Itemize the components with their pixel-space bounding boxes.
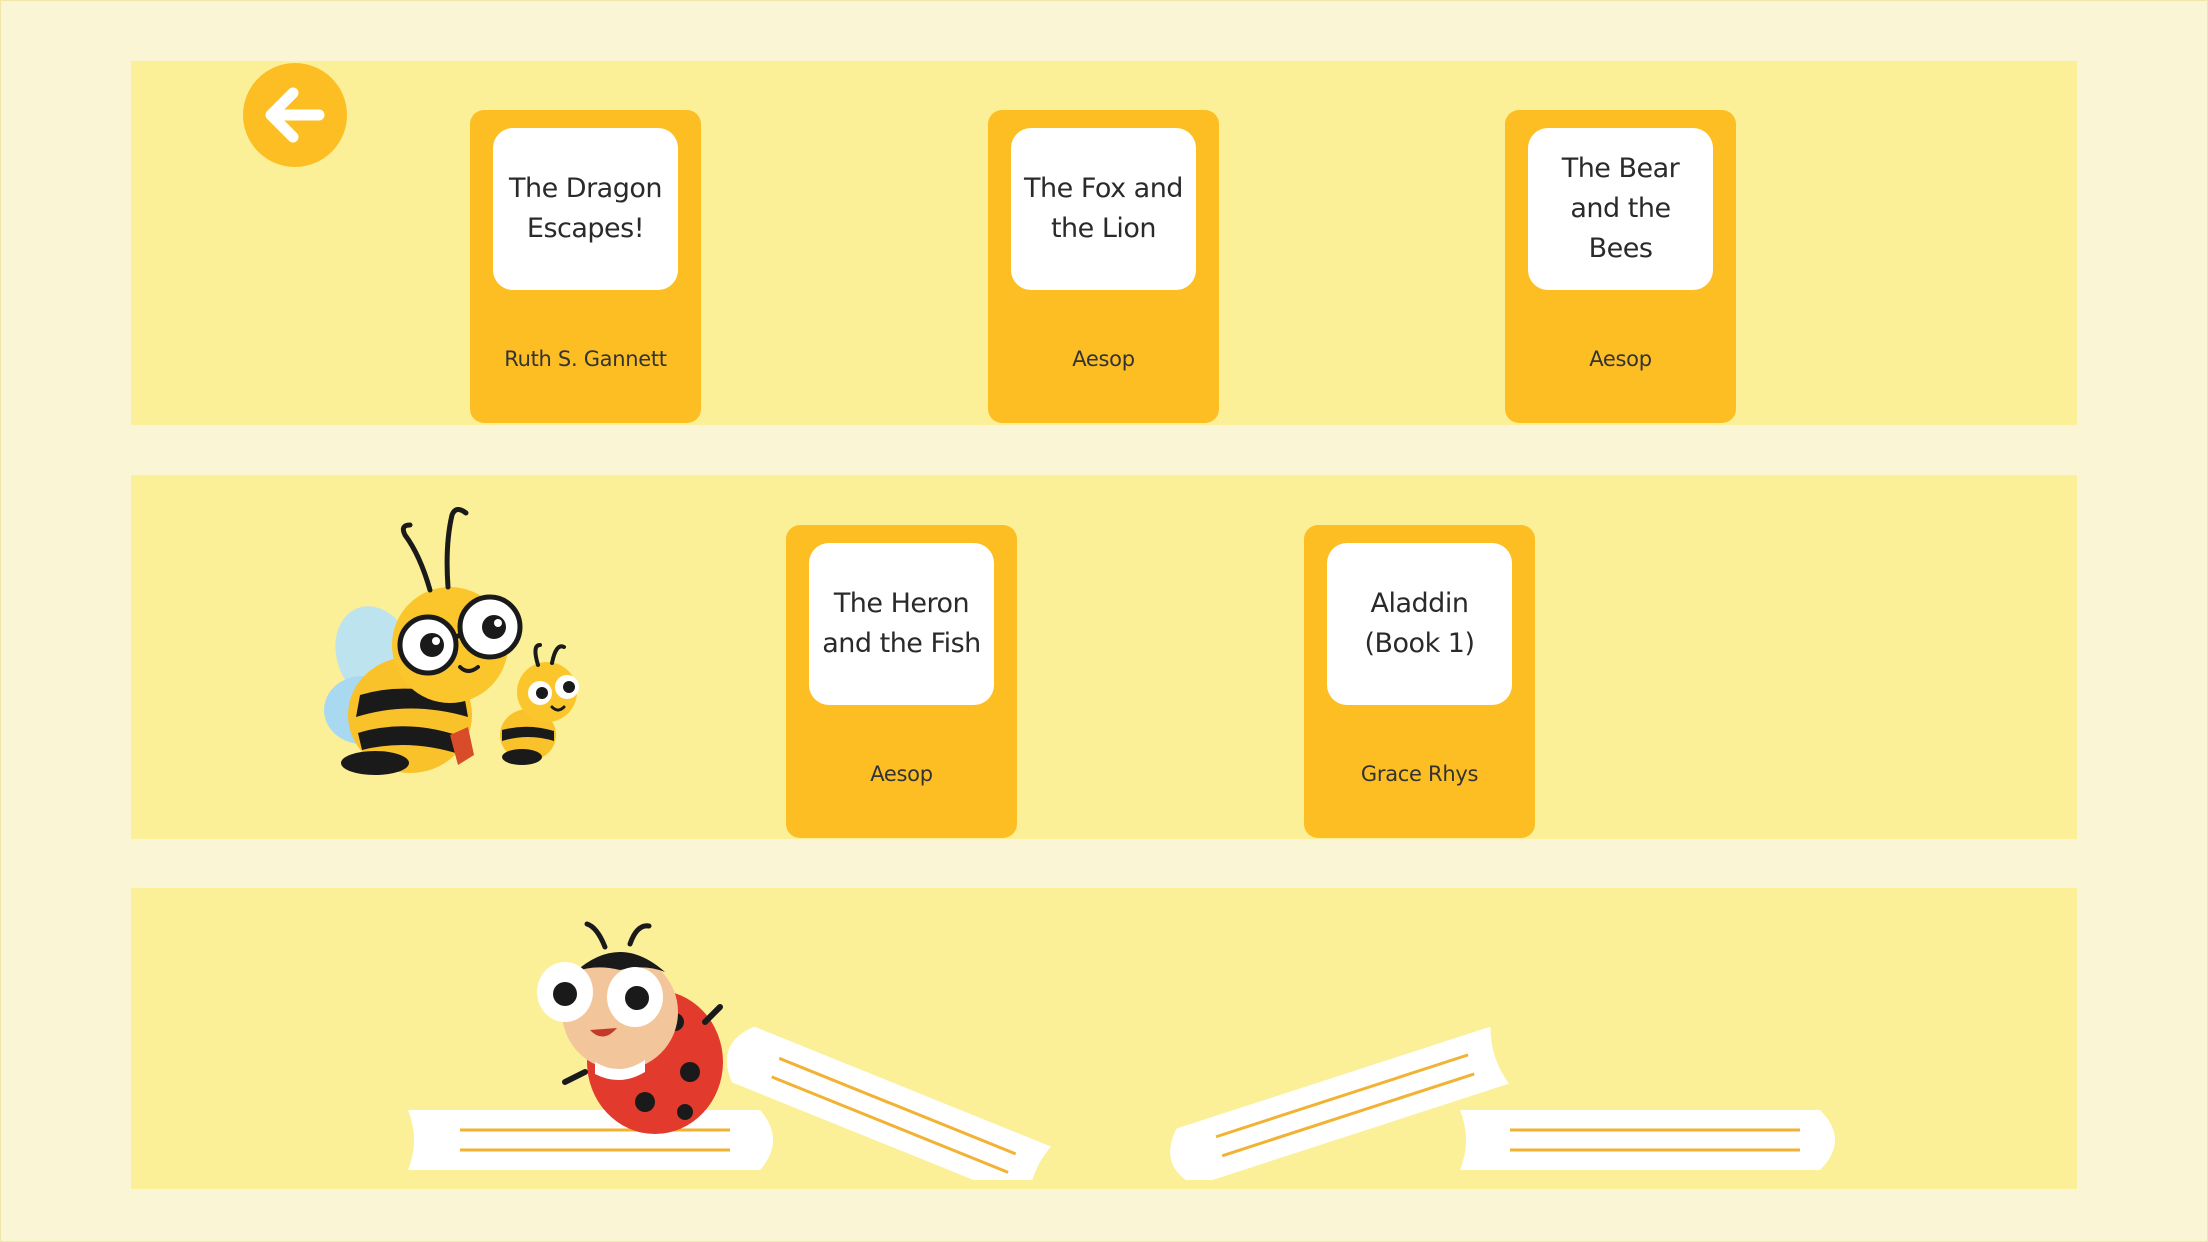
- book-cover: The Fox and the Lion: [1011, 128, 1196, 290]
- book-title: The Fox and the Lion: [1024, 173, 1183, 244]
- book-author: Aesop: [1072, 347, 1135, 371]
- back-button[interactable]: [243, 63, 347, 167]
- book-cover: Aladdin (Book 1): [1327, 543, 1512, 705]
- book-title: The Bear and the Bees: [1561, 153, 1680, 264]
- book-author: Grace Rhys: [1360, 762, 1479, 786]
- book-card[interactable]: The Fox and the Lion Aesop: [988, 110, 1219, 423]
- book-author: Ruth S. Gannett: [504, 347, 667, 371]
- book-cover: The Heron and the Fish: [809, 543, 994, 705]
- book-cover: The Dragon Escapes!: [493, 128, 678, 290]
- book-card[interactable]: The Dragon Escapes! Ruth S. Gannett: [470, 110, 701, 423]
- book-title: Aladdin (Book 1): [1364, 588, 1475, 659]
- book-author: Aesop: [870, 762, 933, 786]
- arrow-left-icon: [265, 87, 325, 143]
- book-card[interactable]: The Heron and the Fish Aesop: [786, 525, 1017, 838]
- book-card[interactable]: The Bear and the Bees Aesop: [1505, 110, 1736, 423]
- bee-characters-illustration: [324, 507, 579, 775]
- book-author: Aesop: [1589, 347, 1652, 371]
- book-title: The Dragon Escapes!: [508, 173, 663, 244]
- book-cover: The Bear and the Bees: [1528, 128, 1713, 290]
- book-card[interactable]: Aladdin (Book 1) Grace Rhys: [1304, 525, 1535, 838]
- ladybug-character-illustration: [537, 921, 723, 1134]
- book-title: The Heron and the Fish: [822, 588, 981, 659]
